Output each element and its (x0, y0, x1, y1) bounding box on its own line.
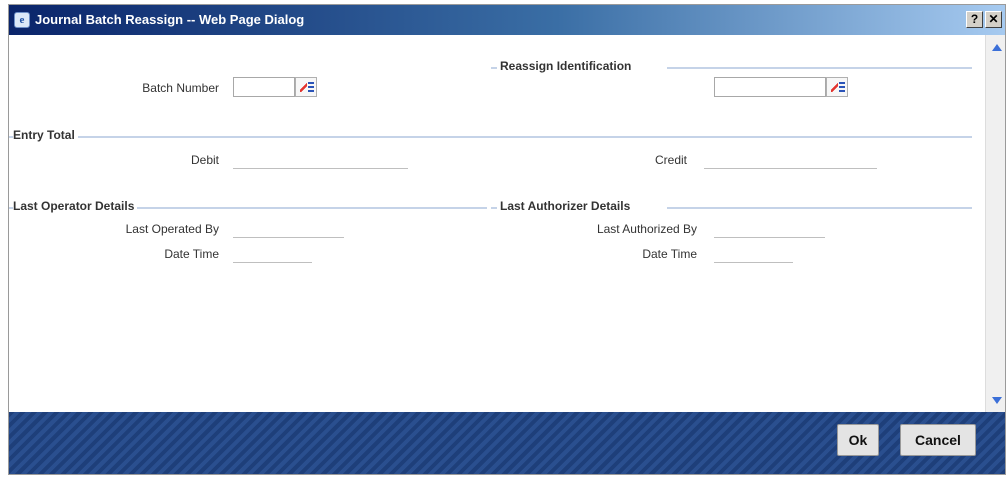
credit-field[interactable] (704, 151, 877, 169)
last-authorizer-title: Last Authorizer Details (497, 199, 634, 213)
reassign-identification-title: Reassign Identification (497, 59, 635, 73)
debit-field[interactable] (233, 151, 408, 169)
batch-number-input[interactable] (233, 77, 295, 97)
ie-page-icon: e (14, 12, 30, 28)
debit-label: Debit (190, 153, 219, 167)
window-title: Journal Batch Reassign -- Web Page Dialo… (35, 12, 305, 27)
authorizer-date-time-label: Date Time (642, 247, 697, 261)
last-operated-by-field[interactable] (233, 220, 344, 238)
last-operated-by-label: Last Operated By (125, 222, 219, 236)
batch-number-lov-icon[interactable] (295, 77, 317, 97)
dialog-content: Batch Number Reassign Identification Ent… (9, 35, 985, 412)
last-operator-title: Last Operator Details (13, 199, 138, 213)
last-authorized-by-field[interactable] (714, 220, 825, 238)
reassign-identification-input[interactable] (714, 77, 826, 97)
vertical-scrollbar[interactable] (985, 35, 1005, 412)
title-bar: e Journal Batch Reassign -- Web Page Dia… (9, 5, 1005, 35)
credit-label: Credit (654, 153, 687, 167)
cancel-button[interactable]: Cancel (900, 424, 976, 456)
dialog-footer: Ok Cancel (9, 412, 1005, 474)
last-authorized-by-label: Last Authorized By (596, 222, 697, 236)
scroll-up-icon[interactable] (992, 44, 1002, 51)
dialog-window: e Journal Batch Reassign -- Web Page Dia… (8, 4, 1006, 475)
ok-button[interactable]: Ok (837, 424, 879, 456)
close-button[interactable]: ✕ (985, 11, 1002, 28)
entry-total-title: Entry Total (13, 128, 78, 142)
reassign-lov-icon[interactable] (826, 77, 848, 97)
help-button[interactable]: ? (966, 11, 983, 28)
scroll-down-icon[interactable] (992, 397, 1002, 404)
batch-number-label: Batch Number (142, 81, 219, 95)
authorizer-date-time-field[interactable] (714, 245, 793, 263)
reassign-rule-right (667, 67, 972, 69)
operator-date-time-label: Date Time (164, 247, 219, 261)
last-authorizer-rule-right (667, 207, 972, 209)
entry-total-rule (9, 136, 972, 138)
operator-date-time-field[interactable] (233, 245, 312, 263)
